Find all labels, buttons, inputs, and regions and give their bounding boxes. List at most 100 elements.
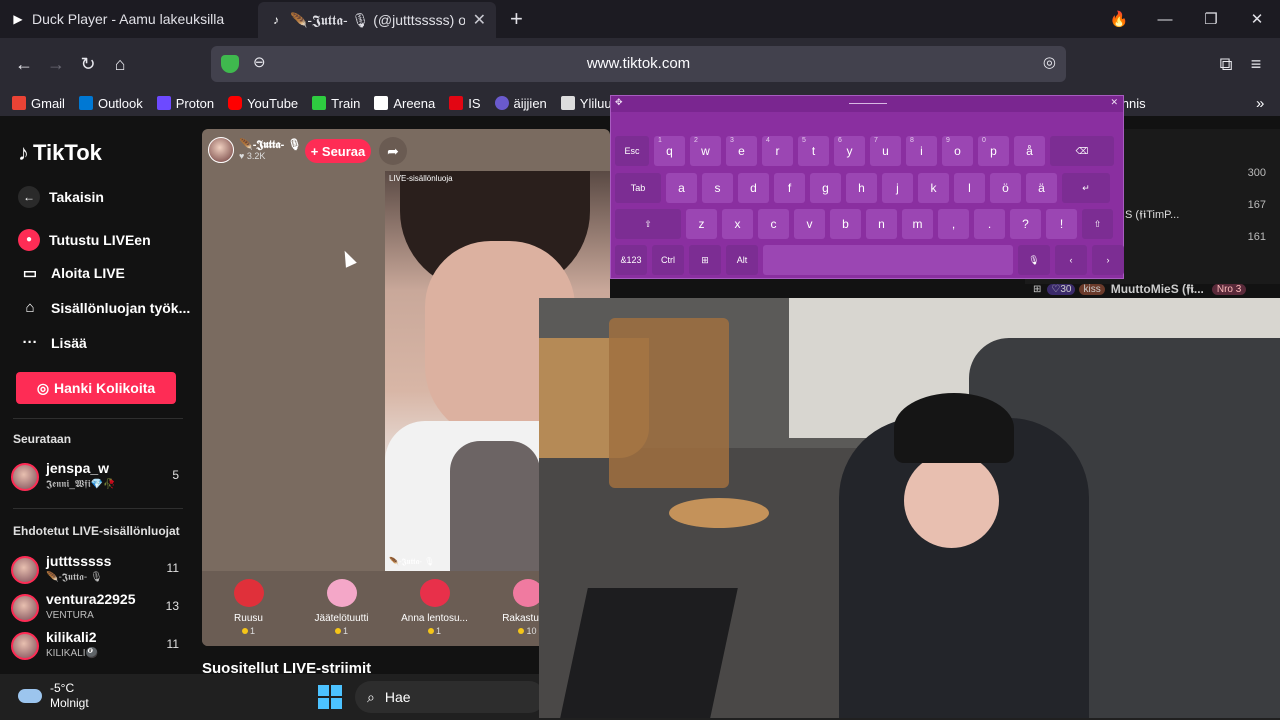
forward-icon[interactable]: → [42,50,70,78]
key[interactable]: ⇧ [1082,209,1113,239]
sidebar-item-creator-tools[interactable]: ⌂ Sisällönluojan työk... [18,299,190,316]
maximize-button[interactable]: ❐ [1188,0,1234,38]
suggested-account[interactable]: jutttsssss 🪶-𝕵𝖚𝖙𝖙𝖆- 🎙 11 [11,553,183,589]
key[interactable]: d [738,173,769,203]
key[interactable]: Alt [726,245,758,275]
key[interactable]: g [810,173,841,203]
host-info[interactable]: 🪶-𝕵𝖚𝖙𝖙𝖆- 🎙 ♥ 3.2K [208,137,301,163]
keyboard-titlebar[interactable]: ✥ ✕ [611,96,1123,112]
taskbar-search[interactable]: ⌕ Hae [355,681,545,713]
bookmark-proton[interactable]: Proton [156,96,214,111]
tiktok-logo[interactable]: ♪ TikTok [18,140,102,166]
key[interactable]: x [722,209,753,239]
key[interactable]: 5t [798,136,829,166]
key[interactable]: z [686,209,717,239]
tab-duck-player[interactable]: ▶ Duck Player - Aamu lakeuksilla [0,0,258,38]
gift-rose[interactable]: Ruusu 1 [202,571,295,646]
key[interactable]: ? [1010,209,1041,239]
key[interactable]: k [918,173,949,203]
key[interactable]: Esc [615,136,649,166]
key[interactable]: å [1014,136,1045,166]
key[interactable]: c [758,209,789,239]
key[interactable]: 0p [978,136,1009,166]
suggested-account[interactable]: kilikali2 KILIKALI🎱 11 [11,629,183,665]
copy-icon[interactable]: ⧉ [1212,50,1240,78]
key[interactable]: l [954,173,985,203]
key[interactable]: ↵ [1062,173,1110,203]
key[interactable]: a [666,173,697,203]
following-account[interactable]: jenspa_w 𝕵𝖊𝖓𝖓𝖎_𝖂𝖋𝖎💎🥀 5 [11,460,183,496]
bookmark-gmail[interactable]: Gmail [12,96,65,111]
home-icon[interactable]: ⌂ [106,50,134,78]
follow-button[interactable]: + Seuraa [305,139,371,163]
tab-tiktok[interactable]: ♪ 🪶-𝕵𝖚𝖙𝖙𝖆- 🎙 (@jutttsssss) on ✕ [258,2,496,38]
close-tab-icon[interactable]: ✕ [473,10,486,30]
menu-icon[interactable]: ≡ [1242,50,1270,78]
bookmark-aijjien[interactable]: äijjien [494,96,547,111]
reload-icon[interactable]: ↻ [74,50,102,78]
get-coins-button[interactable]: ◎ Hanki Kolikoita [16,372,176,404]
sidebar-item-explore-live[interactable]: ● Tutustu LIVEen [18,229,151,251]
keyboard-grip[interactable] [849,103,887,104]
move-icon[interactable]: ✥ [615,97,623,108]
chat-icon[interactable]: ◎ [1043,53,1056,71]
key[interactable]: b [830,209,861,239]
key[interactable]: › [1092,245,1124,275]
weather-widget[interactable]: -5°C Molnigt [18,681,89,711]
key[interactable]: , [938,209,969,239]
key[interactable]: 2w [690,136,721,166]
key[interactable]: 1q [654,136,685,166]
bookmark-train[interactable]: Train [312,96,360,111]
key[interactable]: 8i [906,136,937,166]
bookmark-areena[interactable]: Areena [374,96,435,111]
close-window-button[interactable]: ✕ [1234,0,1280,38]
space-key[interactable] [763,245,1013,275]
key[interactable]: 🎙 [1018,245,1050,275]
key[interactable]: . [974,209,1005,239]
key[interactable]: v [794,209,825,239]
minimize-button[interactable]: — [1142,0,1188,38]
back-button[interactable]: ← Takaisin [18,186,104,208]
key[interactable]: n [866,209,897,239]
key[interactable]: ⊞ [689,245,721,275]
key[interactable]: ä [1026,173,1057,203]
key[interactable]: 3e [726,136,757,166]
leaderboard-row[interactable]: ⊞ ♡30 kiss MuuttoMieS (𝖋𝖎... Nro 3 [1025,279,1247,299]
key[interactable]: 4r [762,136,793,166]
key[interactable]: &123 [615,245,647,275]
key[interactable]: h [846,173,877,203]
key[interactable]: 9o [942,136,973,166]
key[interactable]: ⇧ [615,209,681,239]
key[interactable]: ⌫ [1050,136,1114,166]
new-tab-button[interactable]: + [496,6,537,32]
key-label: v [806,217,813,231]
close-icon[interactable]: ✕ [1110,97,1118,108]
url-text[interactable]: www.tiktok.com [211,46,1066,82]
suggested-account[interactable]: ventura22925 VENTURA 13 [11,591,183,627]
key[interactable]: ! [1046,209,1077,239]
key[interactable]: f [774,173,805,203]
bookmark-outlook[interactable]: Outlook [78,96,143,111]
sidebar-item-more[interactable]: ··· Lisää [18,334,87,351]
gift-kiss[interactable]: Anna lentosu... 1 [388,571,481,646]
address-bar[interactable]: ⊖ www.tiktok.com ◎ [211,46,1066,82]
key[interactable]: m [902,209,933,239]
key[interactable]: Ctrl [652,245,684,275]
key[interactable]: ‹ [1055,245,1087,275]
key[interactable]: 6y [834,136,865,166]
windows-start-icon[interactable] [318,685,342,709]
key[interactable]: Tab [615,173,661,203]
key[interactable]: 7u [870,136,901,166]
back-icon[interactable]: ← [10,50,38,78]
key[interactable]: ö [990,173,1021,203]
bookmark-is[interactable]: IS [449,96,481,111]
key[interactable]: s [702,173,733,203]
chevron-right-icon[interactable]: » [1256,95,1264,112]
gift-ice-cream[interactable]: Jäätelötuutti 1 [295,571,388,646]
key[interactable]: j [882,173,913,203]
bookmark-youtube[interactable]: YouTube [228,96,298,111]
fire-icon[interactable]: 🔥 [1096,0,1142,38]
share-icon[interactable]: ➦ [379,137,407,165]
sidebar-item-start-live[interactable]: ▭ Aloita LIVE [18,264,125,282]
host-avatar[interactable] [208,137,234,163]
